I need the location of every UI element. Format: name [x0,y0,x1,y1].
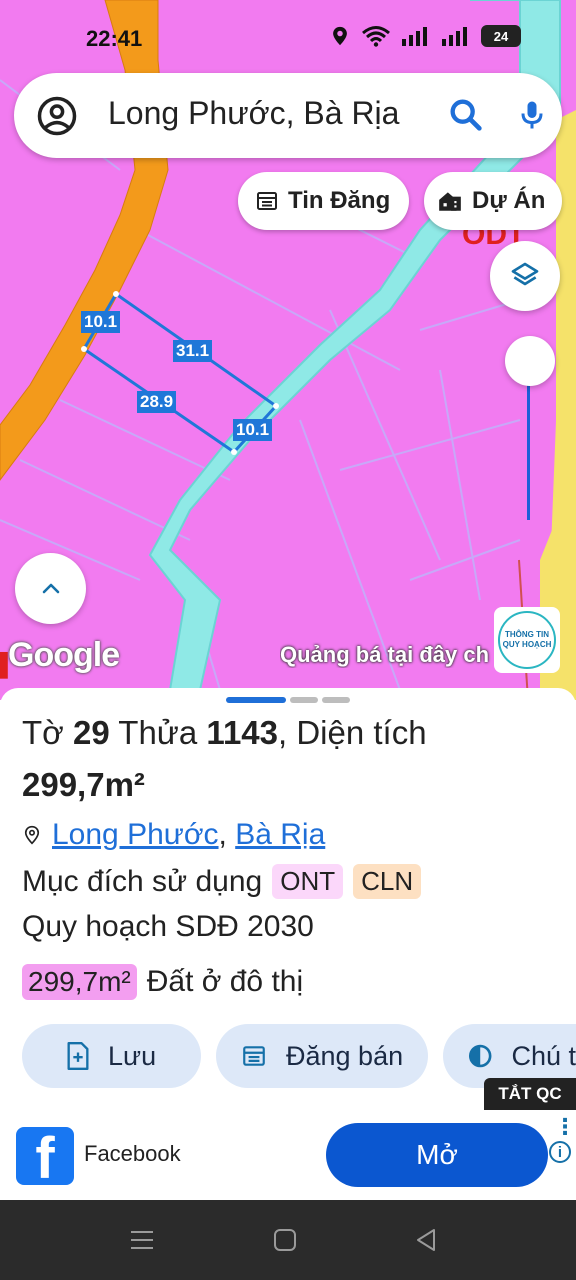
more-options-icon[interactable]: ⋮ [554,1114,576,1140]
layers-button[interactable] [490,241,560,311]
hide-ads-button[interactable]: TẮT QC [484,1078,576,1110]
usage-label: Mục đích sử dụng [22,864,263,898]
plan-title: Quy hoạch SDĐ 2030 [22,910,314,943]
search-bar[interactable]: Long Phước, Bà Rịa [14,73,562,158]
lot-label: Thửa [118,714,198,751]
district-link[interactable]: Bà Rịa [235,818,325,851]
post-for-sale-button[interactable]: Đăng bán [216,1024,428,1088]
area-label: , Diện tích [278,714,427,751]
sheet-number: 29 [72,714,110,751]
chevron-up-icon [42,583,59,593]
opacity-slider-handle[interactable] [505,336,555,386]
status-icons: 24 [329,24,521,48]
dimension-label: 28.9 [137,391,177,413]
open-app-button[interactable]: Mở [326,1123,548,1187]
dimension-label: 31.1 [173,340,213,362]
layers-icon [511,262,539,286]
parcel-area: 299,7m² [22,766,145,803]
parcel-bottom-sheet[interactable]: Tờ 29 Thửa 1143, Diện tích 299,7m² Long … [0,688,576,1110]
ad-banner[interactable]: f Facebook Mở ⋮ i [0,1110,576,1200]
sheet-page-indicator [290,697,318,703]
action-label: Lưu [108,1040,157,1071]
opacity-slider-track[interactable] [527,384,530,520]
listings-chip[interactable]: Tin Đăng [238,172,409,230]
ad-info-icon[interactable]: i [549,1141,571,1163]
clock: 22:41 [86,26,143,51]
contrast-icon [468,1044,492,1068]
facebook-logo-icon: f [16,1127,74,1185]
signal-icon [402,27,427,46]
lot-number: 1143 [206,714,279,751]
dimension-label: 10.1 [233,419,273,441]
expand-up-button[interactable] [15,553,86,624]
dimension-label: 10.1 [81,311,121,333]
building-icon [439,192,461,211]
land-usage: Mục đích sử dụng ONT CLN [22,864,422,899]
google-logo: Google [8,636,120,674]
usage-tag: ONT [272,864,344,899]
badge-line: QUY HOẠCH [502,640,552,649]
system-nav-bar [0,1200,576,1280]
plan-type-label: Đất ở đô thị [146,965,304,998]
chip-label: Tin Đăng [288,187,391,214]
action-label: Chú t [511,1040,576,1071]
usage-tag: CLN [353,864,422,899]
save-button[interactable]: Lưu [22,1024,201,1088]
location-separator: , [218,818,236,851]
action-label: Đăng bán [286,1040,404,1071]
home-icon[interactable] [273,1228,297,1252]
microphone-icon[interactable] [514,95,550,135]
calendar-list-icon [257,192,277,210]
parcel-location: Long Phước, Bà Rịa [22,818,325,852]
signal-icon [442,27,467,46]
status-bar: 22:41 24 [0,0,576,70]
ad-app-name: Facebook [84,1141,181,1166]
account-icon[interactable] [36,95,78,137]
plan-area-badge: 299,7m² [22,964,137,1000]
sheet-page-indicator [226,697,286,703]
location-icon [333,26,347,46]
sheet-page-indicator [322,697,350,703]
parcel-title: Tờ 29 Thửa 1143, Diện tích [22,714,427,752]
add-document-icon [67,1042,89,1070]
badge-line: THÔNG TIN [505,630,549,639]
location-pin-icon [24,825,40,845]
map-ad-text[interactable]: Quảng bá tại đây ch [280,642,496,668]
projects-chip[interactable]: Dự Án [424,172,562,230]
plan-land-type: 299,7m² Đất ở đô thị [22,964,303,1000]
battery-icon: 24 [481,25,521,47]
chip-label: Dự Án [472,187,546,214]
planning-info-badge[interactable]: THÔNG TIN QUY HOẠCH [494,607,560,673]
calendar-list-icon [243,1046,265,1066]
ward-link[interactable]: Long Phước [52,818,219,851]
search-icon[interactable] [446,95,486,135]
sheet-label: Tờ [22,714,64,751]
menu-icon[interactable] [129,1228,155,1252]
search-input[interactable]: Long Phước, Bà Rịa [108,95,399,132]
wifi-icon [362,26,390,47]
back-icon[interactable] [414,1228,438,1252]
